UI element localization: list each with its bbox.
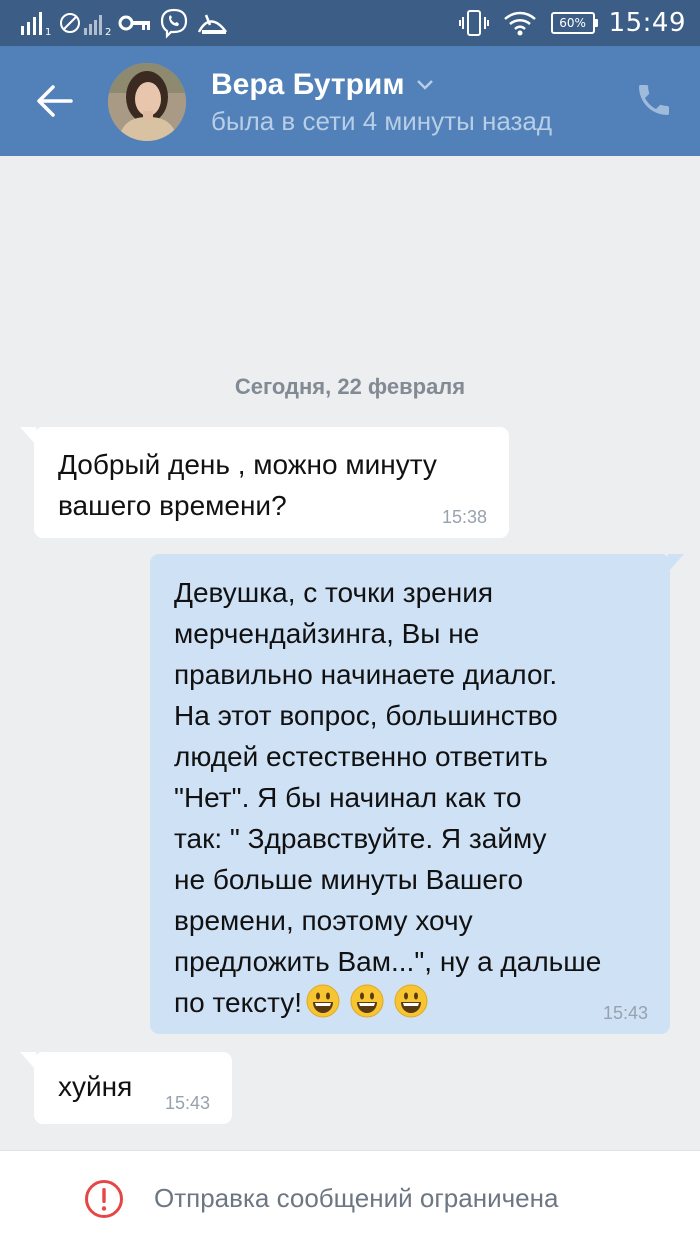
grinning-emoji-icon: [306, 984, 340, 1018]
message-line: мерчендайзинга, Вы не: [174, 618, 480, 649]
contact-name[interactable]: Вера Бутрим: [211, 68, 435, 102]
bubble-tail: [20, 427, 36, 445]
chat-header: Вера Бутрим была в сети 4 минуты назад: [0, 46, 700, 156]
message-line: вашего времени?: [58, 490, 287, 521]
status-bar-right: 60% 15:49: [458, 8, 686, 38]
message-line: правильно начинаете диалог.: [174, 659, 558, 690]
message-line-last: по тексту!: [174, 982, 650, 1023]
wifi-icon: [503, 11, 536, 36]
message-line: людей естественно ответить: [174, 741, 548, 772]
message-time: 15:43: [164, 1093, 210, 1113]
message-outgoing[interactable]: Девушка, с точки зрения мерчендайзинга, …: [150, 554, 684, 1034]
vibrate-icon: [458, 10, 489, 36]
key-icon: [118, 15, 150, 31]
message-incoming[interactable]: Добрый день , можно минуту вашего времен…: [20, 427, 509, 538]
message-line: по тексту!: [174, 987, 303, 1018]
signal-icon: 1: [21, 12, 51, 36]
message-time: 15:43: [602, 1003, 648, 1023]
message-line: времени, поэтому хочу: [174, 905, 473, 936]
message-list[interactable]: Сегодня, 22 февраля Добрый день , можно …: [0, 156, 700, 1150]
message-line: Добрый день , можно минуту: [58, 449, 437, 480]
status-time: 15:49: [608, 8, 686, 38]
svg-text:1: 1: [45, 27, 51, 36]
viber-icon: [160, 8, 188, 39]
avatar[interactable]: [108, 63, 186, 141]
avatar-photo: [108, 63, 186, 141]
message-line: предложить Вам...", ну а дальше: [174, 946, 602, 977]
call-button[interactable]: [634, 80, 674, 120]
message-line: не больше минуты Вашего: [174, 864, 524, 895]
battery-icon: 60%: [550, 12, 598, 34]
contact-last-seen: была в сети 4 минуты назад: [211, 106, 553, 136]
back-button[interactable]: [30, 76, 80, 126]
message-time: 15:38: [441, 507, 487, 527]
no-sim-icon: 2: [60, 13, 111, 36]
restriction-message: Отправка сообщений ограничена: [154, 1183, 559, 1213]
status-bar: 1 2 60% 15:49: [0, 0, 700, 46]
message-incoming[interactable]: хуйня 15:43: [20, 1052, 232, 1124]
contact-name-text: Вера Бутрим: [211, 68, 405, 101]
send-restricted-bar: Отправка сообщений ограничена: [0, 1150, 700, 1245]
bubble-tail: [668, 554, 684, 572]
arrow-left-icon: [37, 85, 73, 117]
message-line: так: " Здравствуйте. Я займу: [174, 823, 547, 854]
svg-text:2: 2: [105, 27, 111, 36]
date-separator: Сегодня, 22 февраля: [234, 374, 466, 399]
status-bar-left: 1 2: [20, 8, 230, 39]
call-activity-icon: [197, 14, 228, 34]
message-line: "Нет". Я бы начинал как то: [174, 782, 522, 813]
phone-icon: [639, 85, 669, 115]
message-line: На этот вопрос, большинство: [174, 700, 558, 731]
alert-icon: [85, 1180, 123, 1218]
battery-level: 60%: [559, 16, 586, 30]
grinning-emoji-icon: [394, 984, 428, 1018]
message-text: Добрый день , можно минуту вашего времен…: [58, 444, 485, 526]
grinning-emoji-icon: [350, 984, 384, 1018]
message-text: Девушка, с точки зрения мерчендайзинга, …: [174, 572, 650, 1023]
message-line: Девушка, с точки зрения: [174, 577, 494, 608]
chevron-down-icon: [416, 80, 433, 90]
bubble-tail: [20, 1052, 36, 1070]
